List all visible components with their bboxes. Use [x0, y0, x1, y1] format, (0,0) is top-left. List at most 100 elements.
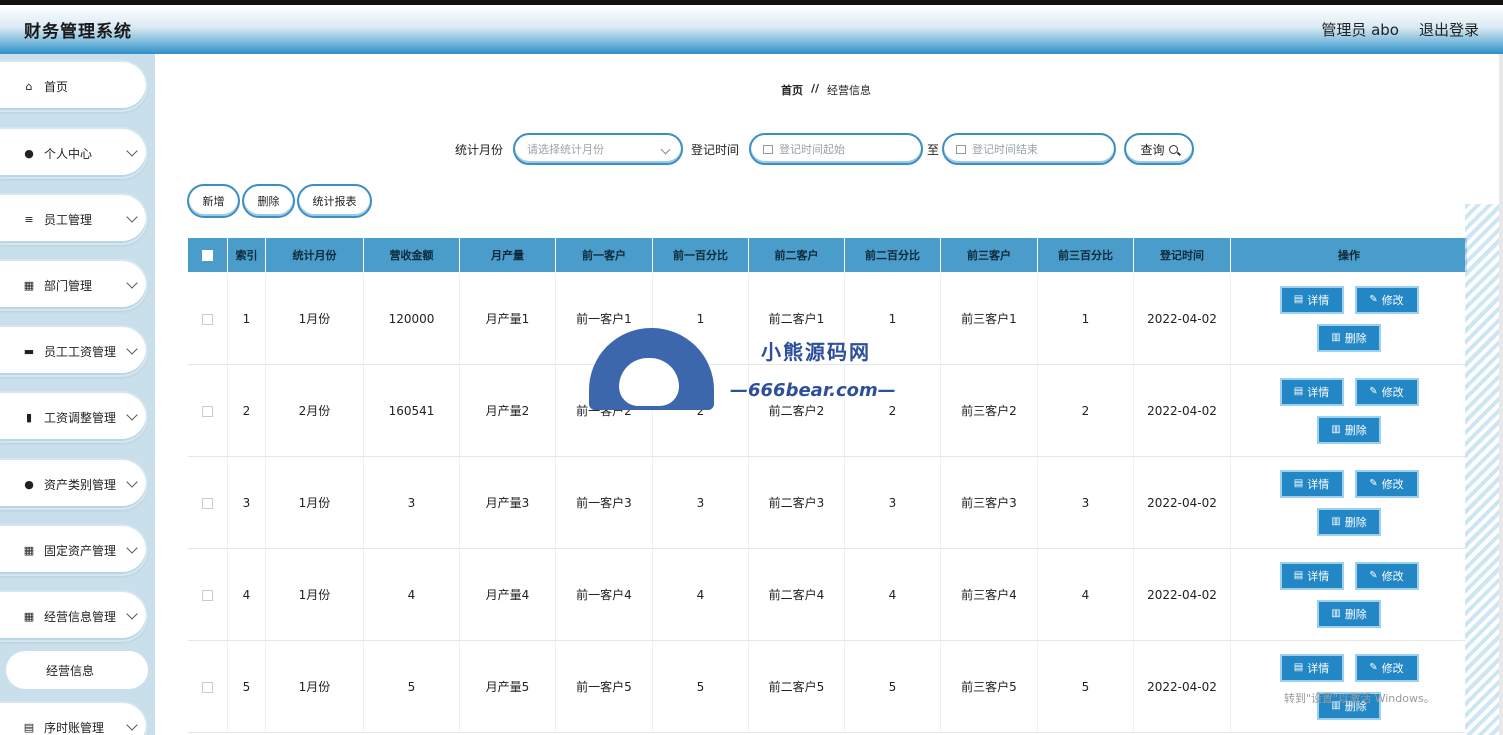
column-header: 操作	[1230, 237, 1468, 273]
sidebar-item-8[interactable]: ▦ 经营信息管理	[0, 590, 148, 642]
column-header: 前一客户	[555, 237, 653, 273]
table-cell: 160541	[363, 364, 460, 457]
table-cell: 1	[844, 272, 941, 365]
table-cell: 1月份	[265, 456, 364, 549]
column-header: 前二客户	[748, 237, 845, 273]
row-checkbox[interactable]	[201, 497, 213, 509]
table-cell: 2022-04-02	[1133, 272, 1231, 365]
table-cell: 2	[652, 364, 749, 457]
edit-button-label: 修改	[1381, 477, 1404, 491]
document-icon: ▤	[1293, 570, 1304, 581]
user-icon: ●	[24, 146, 34, 160]
search-icon	[1168, 144, 1178, 154]
row-select-cell	[187, 548, 228, 641]
sidebar: ⌂ 首页 ● 个人中心 ≡ 员工管理 ▦ 部门管理 ▬ 员工工资管理 ▮ 工资调整管理 ● 资产类别管理 ▦…	[0, 54, 155, 735]
add-button[interactable]: 新增	[187, 184, 240, 218]
table-cell: 月产量2	[459, 364, 556, 457]
sidebar-item-6[interactable]: ● 资产类别管理	[0, 458, 148, 510]
column-header: 索引	[227, 237, 266, 273]
trash-icon: ▥	[1331, 332, 1341, 343]
sidebar-item-7[interactable]: ▦ 固定资产管理	[0, 524, 148, 576]
delete-button[interactable]: 删除	[242, 184, 295, 218]
table-cell: 2022-04-02	[1133, 640, 1231, 733]
row-checkbox[interactable]	[201, 313, 213, 325]
grid-icon: ▦	[23, 543, 35, 557]
sidebar-item-label: 部门管理	[44, 278, 93, 293]
table-header-row: 索引 统计月份 营收金额 月产量 前一客户 前一百分比 前二客户 前二百分比 前三客户 前三百分比…	[187, 237, 1468, 273]
time-start-input[interactable]: 登记时间起始	[749, 133, 924, 165]
table-cell: 5	[227, 640, 266, 733]
detail-button[interactable]: ▤ 详情	[1279, 377, 1344, 406]
sidebar-item-label: 工资调整管理	[44, 410, 117, 425]
edit-button[interactable]: ✎ 修改	[1354, 377, 1419, 406]
breadcrumb: 首页 // 经营信息	[781, 82, 871, 98]
sidebar-subitem-operation-info[interactable]: 经营信息	[6, 651, 148, 689]
chevron-down-icon	[660, 144, 671, 155]
table-cell: 3	[227, 456, 266, 549]
sidebar-item-10[interactable]: ▤ 序时账管理	[0, 701, 148, 735]
row-delete-button[interactable]: ▥ 删除	[1317, 415, 1381, 444]
chevron-down-icon	[126, 211, 138, 223]
edit-button[interactable]: ✎ 修改	[1354, 561, 1419, 590]
table-cell: 前二客户2	[748, 364, 845, 457]
select-all-cell	[187, 237, 228, 273]
detail-button[interactable]: ▤ 详情	[1279, 561, 1344, 590]
row-checkbox[interactable]	[201, 681, 213, 693]
select-all-checkbox[interactable]	[202, 250, 213, 261]
column-header: 营收金额	[363, 237, 460, 273]
table-row: 4 1月份 4 月产量4 前一客户4 4 前二客户4 4 前三客户4 4 2022-04-02 ▤ 详情…	[187, 548, 1468, 641]
sidebar-item-1[interactable]: ● 个人中心	[0, 127, 148, 179]
table-cell: 月产量1	[459, 272, 556, 365]
table-row: 5 1月份 5 月产量5 前一客户5 5 前二客户5 5 前三客户5 5 2022-04-02 ▤ 详情…	[187, 640, 1468, 733]
windows-activation-notice: 转到"设置"以激活 Windows。	[1284, 692, 1435, 705]
grid-icon: ▦	[23, 609, 35, 623]
edit-button[interactable]: ✎ 修改	[1354, 469, 1419, 498]
calendar-icon	[956, 144, 967, 154]
sidebar-item-2[interactable]: ≡ 员工管理	[0, 193, 148, 245]
table-cell: 5	[363, 640, 460, 733]
current-user-label[interactable]: 管理员 abo	[1321, 19, 1399, 40]
month-select[interactable]: 请选择统计月份	[513, 133, 684, 165]
trash-icon: ▥	[1331, 608, 1341, 619]
breadcrumb-separator: //	[811, 82, 820, 95]
list-icon: ≡	[24, 212, 34, 226]
detail-button[interactable]: ▤ 详情	[1279, 469, 1344, 498]
query-button[interactable]: 查询	[1124, 133, 1195, 165]
table-cell: 2022-04-02	[1133, 456, 1231, 549]
table-cell: 前一客户3	[555, 456, 653, 549]
sidebar-item-0[interactable]: ⌂ 首页	[0, 60, 148, 112]
decorative-stripes	[1465, 204, 1503, 735]
row-actions-cell: ▤ 详情 ✎ 修改 ▥ 删除	[1230, 272, 1468, 365]
report-button[interactable]: 统计报表	[297, 184, 372, 218]
delete-button-label: 删除	[1344, 607, 1367, 621]
logout-link[interactable]: 退出登录	[1419, 19, 1479, 40]
row-delete-button[interactable]: ▥ 删除	[1317, 507, 1381, 536]
breadcrumb-home[interactable]: 首页	[781, 82, 803, 98]
row-delete-button[interactable]: ▥ 删除	[1317, 599, 1381, 628]
edit-button-label: 修改	[1381, 569, 1404, 583]
detail-button[interactable]: ▤ 详情	[1279, 285, 1344, 314]
table-cell: 1	[652, 272, 749, 365]
table-cell: 前一客户4	[555, 548, 653, 641]
sidebar-item-label: 员工工资管理	[44, 344, 117, 359]
scrollbar[interactable]	[1499, 54, 1503, 735]
detail-button[interactable]: ▤ 详情	[1279, 653, 1344, 682]
row-checkbox[interactable]	[201, 589, 213, 601]
row-select-cell	[187, 456, 228, 549]
edit-button[interactable]: ✎ 修改	[1354, 653, 1419, 682]
table-cell: 月产量4	[459, 548, 556, 641]
table-cell: 3	[844, 456, 941, 549]
sidebar-item-3[interactable]: ▦ 部门管理	[0, 259, 148, 311]
sidebar-item-5[interactable]: ▮ 工资调整管理	[0, 391, 148, 443]
table-cell: 1月份	[265, 548, 364, 641]
edit-button[interactable]: ✎ 修改	[1354, 285, 1419, 314]
action-toolbar: 新增 删除 统计报表	[187, 184, 372, 218]
delete-button-label: 删除	[1344, 515, 1367, 529]
table-cell: 前三客户1	[940, 272, 1038, 365]
row-delete-button[interactable]: ▥ 删除	[1317, 323, 1381, 352]
sidebar-item-4[interactable]: ▬ 员工工资管理	[0, 325, 148, 377]
detail-button-label: 详情	[1307, 477, 1330, 491]
row-checkbox[interactable]	[201, 405, 213, 417]
time-end-input[interactable]: 登记时间结束	[942, 133, 1117, 165]
delete-button-label: 删除	[1344, 423, 1367, 437]
